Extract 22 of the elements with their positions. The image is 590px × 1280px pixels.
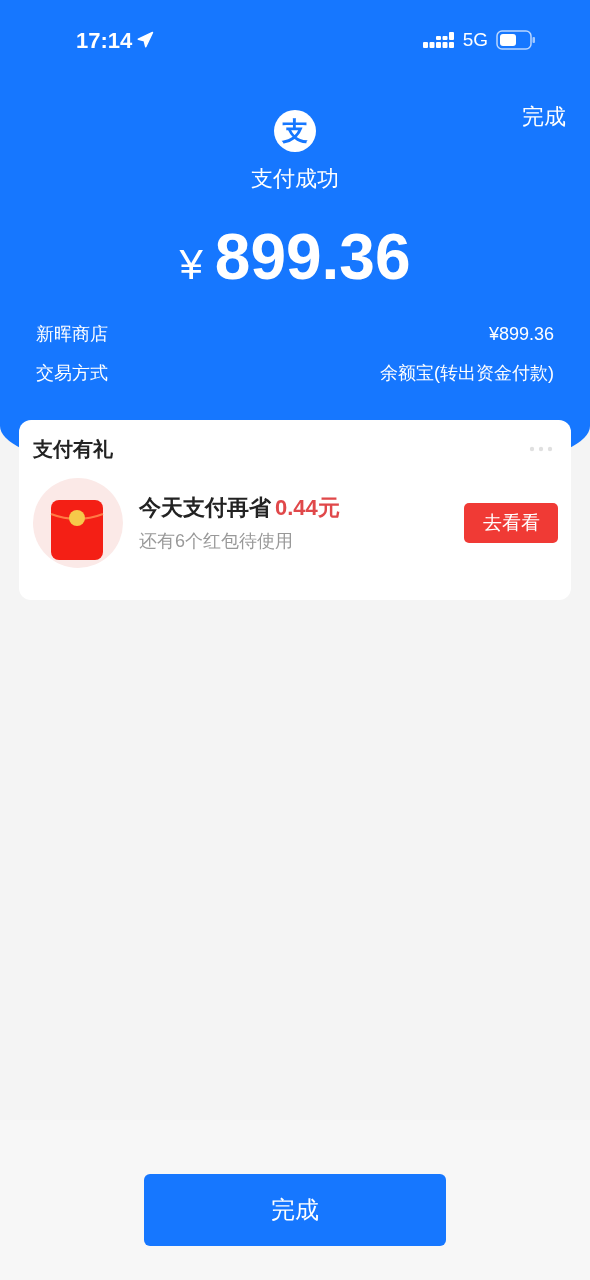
detail-value: ¥899.36 bbox=[488, 323, 554, 346]
envelope-icon bbox=[33, 478, 123, 568]
logo-icon: 支 bbox=[274, 110, 316, 152]
battery-icon bbox=[496, 30, 536, 50]
currency-symbol: ¥ bbox=[179, 240, 203, 290]
status-time: 17:14 bbox=[76, 26, 133, 55]
done-button[interactable]: 完成 bbox=[144, 1174, 446, 1246]
detail-value: 余额宝(转出资金付款) bbox=[380, 362, 554, 385]
promo-headline: 今天支付再省 bbox=[139, 494, 271, 522]
network-label: 5G bbox=[462, 27, 488, 52]
status-title: 支付成功 bbox=[251, 165, 339, 193]
detail-label: 交易方式 bbox=[36, 362, 108, 385]
card-title: 支付有礼 bbox=[33, 437, 113, 462]
more-icon bbox=[529, 446, 553, 452]
amount: 899.36 bbox=[214, 220, 411, 295]
done-link[interactable]: 完成 bbox=[522, 100, 566, 130]
view-button[interactable]: 去看看 bbox=[464, 503, 558, 543]
promo-subtitle: 还有6个红包待使用 bbox=[139, 530, 294, 553]
promo-highlight: 0.44元 bbox=[275, 494, 340, 522]
detail-label: 新晖商店 bbox=[36, 323, 108, 346]
signal-icon bbox=[422, 31, 455, 49]
location-icon bbox=[136, 31, 155, 49]
